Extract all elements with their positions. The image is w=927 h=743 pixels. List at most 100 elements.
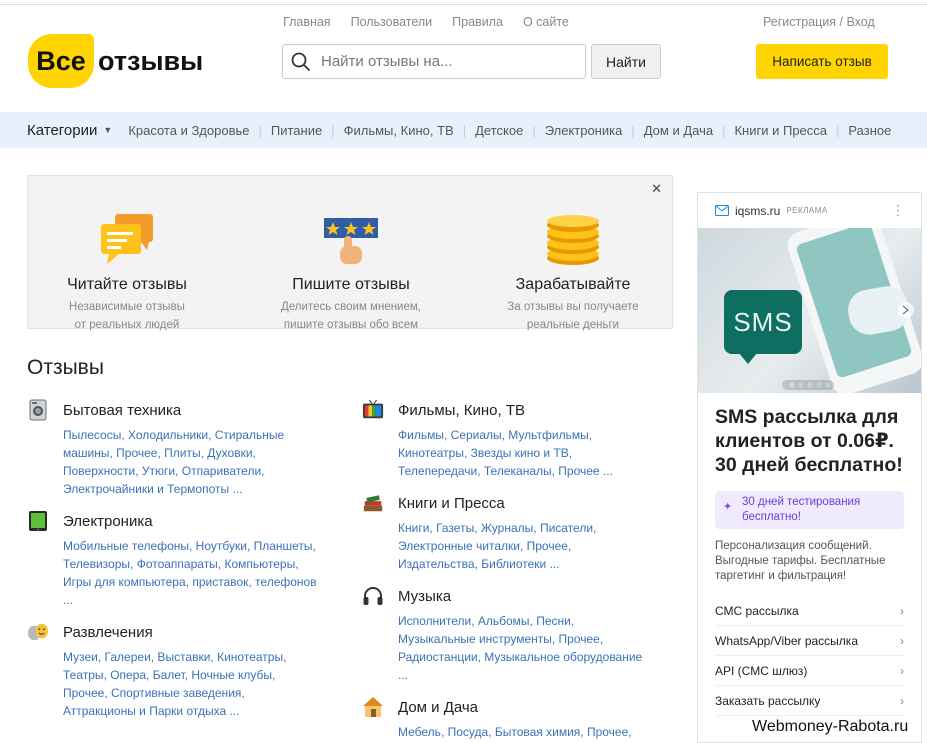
promo-earn: Зарабатывайте За отзывы вы получаете реа… xyxy=(468,176,678,334)
promo-box: ✕ Читайте отзывы Независимые отзывы от р… xyxy=(27,175,673,331)
theater-masks-icon xyxy=(27,621,49,643)
watermark: Webmoney-Rabota.ru xyxy=(748,716,913,738)
nav-users[interactable]: Пользователи xyxy=(351,15,433,29)
group-electronics: Электроника Мобильные телефоны, Ноутбуки… xyxy=(27,509,317,609)
nav-home[interactable]: Главная xyxy=(283,15,331,29)
books-icon xyxy=(362,492,384,514)
logo-text: отзывы xyxy=(98,45,204,76)
group-name[interactable]: Дом и Дача xyxy=(398,699,478,716)
reviews-title: Отзывы xyxy=(27,356,104,379)
group-name[interactable]: Бытовая техника xyxy=(63,402,181,419)
group-books: Книги и Пресса Книги, Газеты, Журналы, П… xyxy=(362,491,652,573)
group-appliances: Бытовая техника Пылесосы, Холодильники, … xyxy=(27,398,317,498)
auth-link[interactable]: Регистрация / Вход xyxy=(763,15,875,29)
group-name[interactable]: Музыка xyxy=(398,588,451,605)
ad-link-whatsapp[interactable]: WhatsApp/Viber рассылка › xyxy=(715,626,904,656)
ad-link-sms[interactable]: СМС рассылка › xyxy=(715,596,904,626)
ad-image[interactable]: SMS xyxy=(698,228,921,393)
chevron-right-icon: › xyxy=(900,633,904,648)
logo-badge: Все xyxy=(28,34,94,88)
sms-bubble-tail xyxy=(738,352,758,364)
promo-earn-line1: За отзывы вы получаете xyxy=(507,301,639,313)
more-icon[interactable]: ⋮ xyxy=(891,202,905,219)
nav-about[interactable]: О сайте xyxy=(523,15,569,29)
chevron-right-icon: › xyxy=(900,663,904,678)
coins-stack-icon xyxy=(547,215,599,265)
mail-icon xyxy=(715,205,729,216)
write-review-button[interactable]: Написать отзыв xyxy=(756,44,888,79)
promo-earn-text: За отзывы вы получаете реальные деньги xyxy=(468,298,678,334)
group-home: Дом и Дача Мебель, Посуда, Бытовая химия… xyxy=(362,695,652,741)
promo-earn-title: Зарабатывайте xyxy=(515,276,631,293)
rating-stars-hand-icon xyxy=(324,218,378,264)
chat-bubbles-icon xyxy=(101,214,153,264)
promo-read-line1: Независимые отзывы xyxy=(69,301,185,313)
tablet-icon xyxy=(27,510,49,532)
site-logo[interactable]: Все отзывы xyxy=(28,33,203,89)
ad-link-label: Заказать рассылку xyxy=(715,693,821,708)
categories-bar: Категории ▼ Красота и Здоровье Питание Ф… xyxy=(0,112,927,148)
promo-write-text: Делитесь своим мнением, пишите отзывы об… xyxy=(246,298,456,334)
sms-bubble: SMS xyxy=(724,290,802,354)
category-movies[interactable]: Фильмы, Кино, ТВ xyxy=(322,123,454,138)
category-beauty[interactable]: Красота и Здоровье xyxy=(112,123,249,138)
promo-read-text: Независимые отзывы от реальных людей xyxy=(22,298,232,334)
promo-earn-line2: реальные деньги xyxy=(526,319,620,331)
category-food[interactable]: Питание xyxy=(250,123,322,138)
group-movies: Фильмы, Кино, ТВ Фильмы, Сериалы, Мультф… xyxy=(362,398,652,480)
category-books[interactable]: Книги и Пресса xyxy=(713,123,827,138)
category-home[interactable]: Дом и Дача xyxy=(622,123,713,138)
headphones-icon xyxy=(362,585,384,607)
categories-title: Категории xyxy=(27,121,98,139)
chevron-right-icon: › xyxy=(900,693,904,708)
ad-link-label: API (СМС шлюз) xyxy=(715,663,808,678)
caret-down-icon: ▼ xyxy=(103,125,113,135)
promo-write-title: Пишите отзывы xyxy=(292,276,410,293)
category-electronics[interactable]: Электроника xyxy=(523,123,623,138)
group-links[interactable]: Мобильные телефоны, Ноутбуки, Планшеты, … xyxy=(63,537,317,609)
ad-link-order[interactable]: Заказать рассылку › xyxy=(715,686,904,716)
nav-rules[interactable]: Правила xyxy=(452,15,503,29)
search-button[interactable]: Найти xyxy=(591,44,661,79)
group-name[interactable]: Фильмы, Кино, ТВ xyxy=(398,402,525,419)
categories-dropdown[interactable]: Категории ▼ xyxy=(27,122,112,139)
search-icon xyxy=(291,52,310,71)
group-links[interactable]: Пылесосы, Холодильники, Стиральные машин… xyxy=(63,426,317,498)
sms-bubble-label: SMS xyxy=(733,306,793,337)
group-name[interactable]: Развлечения xyxy=(63,624,153,641)
promo-write-line1: Делитесь своим мнением, xyxy=(281,301,421,313)
group-links[interactable]: Книги, Газеты, Журналы, Писатели, Электр… xyxy=(398,519,652,573)
group-links[interactable]: Мебель, Посуда, Бытовая химия, Прочее, xyxy=(398,723,652,741)
ad-panel[interactable]: iqsms.ru РЕКЛАМА ⋮ SMS SMS рассылка для … xyxy=(697,192,922,743)
group-name[interactable]: Электроника xyxy=(63,513,153,530)
ad-domain[interactable]: iqsms.ru xyxy=(735,204,780,218)
top-divider xyxy=(0,4,927,5)
washing-machine-icon xyxy=(27,399,49,421)
group-links[interactable]: Музеи, Галереи, Выставки, Кинотеатры, Те… xyxy=(63,648,317,720)
ad-header: iqsms.ru РЕКЛАМА ⋮ xyxy=(698,193,921,228)
ad-promo-text: 30 дней тестирования бесплатно! xyxy=(742,496,861,523)
ad-link-api[interactable]: API (СМС шлюз) › xyxy=(715,656,904,686)
promo-read-line2: от реальных людей xyxy=(74,319,180,331)
category-kids[interactable]: Детское xyxy=(454,123,523,138)
sparkle-icon: ✦ xyxy=(723,501,733,513)
group-links[interactable]: Исполнители, Альбомы, Песни, Музыкальные… xyxy=(398,612,652,684)
search-input[interactable] xyxy=(321,53,571,70)
chevron-right-icon: › xyxy=(900,603,904,618)
group-entertainment: Развлечения Музеи, Галереи, Выставки, Ки… xyxy=(27,620,317,720)
tv-icon xyxy=(362,399,384,421)
promo-write-line2: пишите отзывы обо всем xyxy=(283,319,419,331)
ad-promo-badge[interactable]: ✦ 30 дней тестирования бесплатно! xyxy=(715,491,904,529)
ad-title[interactable]: SMS рассылка для клиентов от 0.06₽. 30 д… xyxy=(698,393,921,477)
group-music: Музыка Исполнители, Альбомы, Песни, Музы… xyxy=(362,584,652,684)
group-name[interactable]: Книги и Пресса xyxy=(398,495,505,512)
promo-read-title: Читайте отзывы xyxy=(67,276,187,293)
group-links[interactable]: Фильмы, Сериалы, Мультфильмы, Кинотеатры… xyxy=(398,426,652,480)
ad-link-label: WhatsApp/Viber рассылка xyxy=(715,633,858,648)
ad-description: Персонализация сообщений. Выгодные тариф… xyxy=(715,540,886,582)
promo-write: Пишите отзывы Делитесь своим мнением, пи… xyxy=(246,176,456,334)
search-box xyxy=(282,44,586,79)
ad-mark: РЕКЛАМА xyxy=(786,206,828,215)
category-misc[interactable]: Разное xyxy=(827,123,891,138)
top-nav: Главная Пользователи Правила О сайте xyxy=(283,15,569,29)
